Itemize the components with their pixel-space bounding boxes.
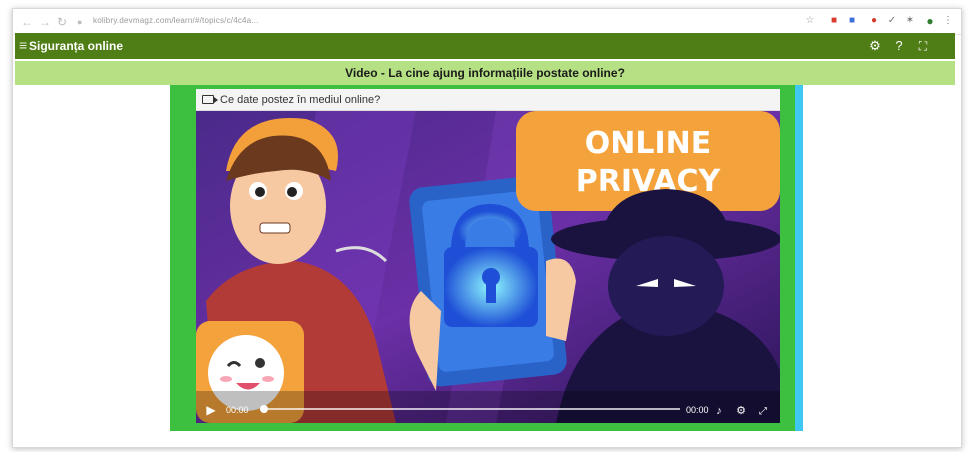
app-title: Siguranța online [29, 39, 124, 53]
more-icon[interactable]: ⋮ [941, 15, 955, 27]
fullscreen-icon[interactable]: ⛶ [915, 38, 931, 54]
profile-icon[interactable]: ● [923, 15, 937, 27]
hamburger-icon[interactable]: ≡ [19, 37, 27, 53]
extension-icon[interactable]: ■ [845, 15, 859, 27]
address-bar[interactable]: kolibry.devmagz.com/learn/#/topics/c/4c4… [93, 16, 259, 25]
duration: 00:00 [686, 405, 709, 415]
gear-icon[interactable]: ⚙ [867, 38, 883, 54]
video-player[interactable]: ONLINE PRIVACY ▶ 00:00 00:00 ♪ ⚙ ⤢ [196, 111, 780, 423]
puzzle-icon[interactable]: ✶ [903, 15, 917, 27]
progress-track[interactable] [262, 408, 680, 410]
reload-icon[interactable]: ↻ [57, 15, 67, 29]
gear-icon[interactable]: ⚙ [734, 404, 748, 417]
extension-icon[interactable]: ✓ [885, 15, 899, 27]
fullscreen-icon[interactable]: ⤢ [756, 406, 770, 417]
lesson-title-bar: Video - La cine ajung informațiile posta… [15, 61, 955, 85]
extension-icon[interactable]: ■ [827, 15, 841, 27]
thumbnail-text-online: ONLINE [585, 126, 712, 161]
video-stage: Ce date postez în mediul online? ONLINE … [170, 85, 803, 431]
zoom-icon[interactable]: ☆ [803, 15, 817, 27]
video-controls: ▶ 00:00 00:00 ♪ ⚙ ⤢ [196, 397, 780, 423]
current-time: 00:00 [226, 405, 249, 415]
help-circle-icon[interactable]: ? [891, 38, 907, 54]
lesson-title: Video - La cine ajung informațiile posta… [345, 66, 625, 80]
video-thumbnail: ONLINE PRIVACY [196, 111, 780, 423]
back-icon[interactable]: ← [21, 15, 33, 29]
volume-icon[interactable]: ♪ [712, 405, 726, 417]
progress-knob[interactable] [260, 405, 268, 413]
browser-window: ← → ↻ ● kolibry.devmagz.com/learn/#/topi… [12, 8, 962, 448]
app-header: ≡ Siguranța online ⚙ ? ⛶ [15, 33, 955, 59]
video-header: Ce date postez în mediul online? [196, 89, 780, 111]
browser-toolbar: ← → ↻ ● kolibry.devmagz.com/learn/#/topi… [13, 9, 961, 35]
lock-icon: ● [77, 17, 83, 27]
play-icon[interactable]: ▶ [204, 403, 218, 417]
forward-icon[interactable]: → [39, 15, 51, 29]
video-camera-icon [202, 95, 218, 104]
video-title: Ce date postez în mediul online? [220, 94, 381, 106]
extension-icon[interactable]: ● [867, 15, 881, 27]
